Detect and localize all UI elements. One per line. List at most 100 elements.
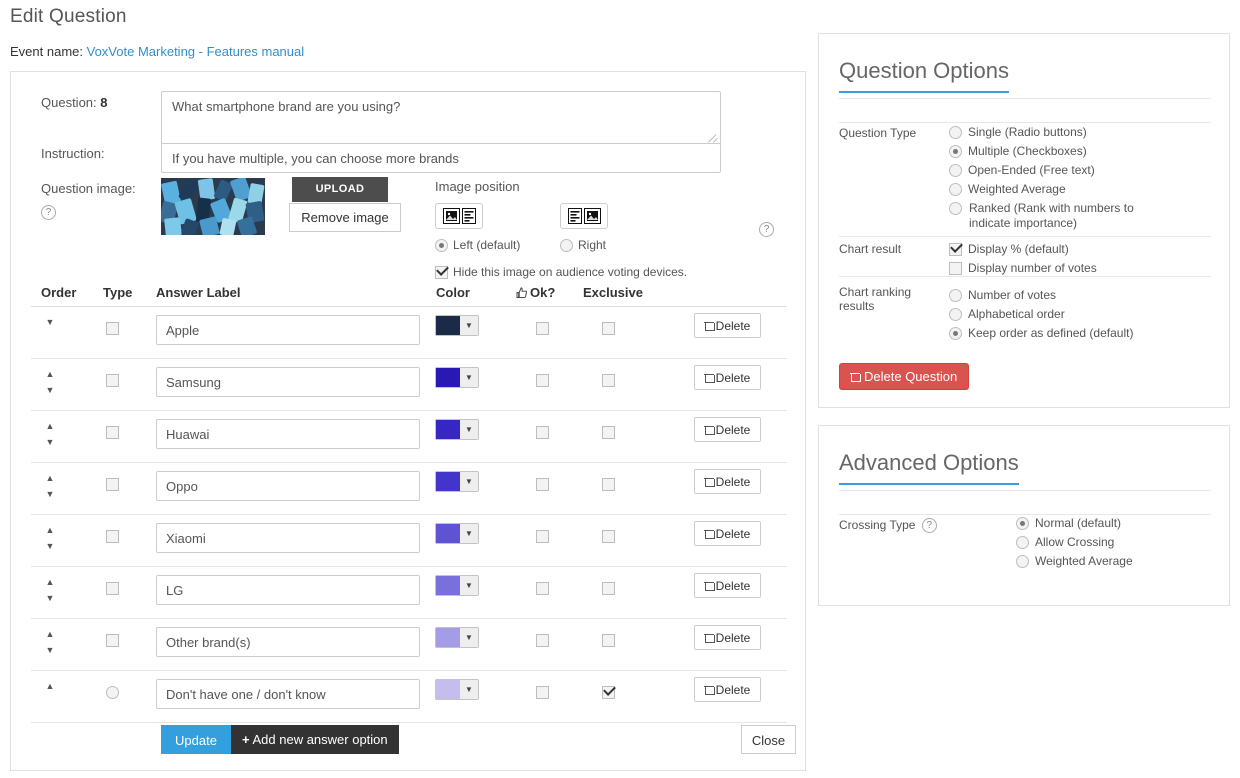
answer-color-picker[interactable]: ▼	[435, 679, 479, 700]
question-type-radio[interactable]	[949, 183, 962, 196]
move-up-icon[interactable]: ▲	[43, 681, 57, 691]
answer-label-input[interactable]	[156, 679, 420, 709]
update-button[interactable]: Update	[161, 725, 231, 754]
question-type-radio[interactable]	[949, 202, 962, 215]
answer-color-picker[interactable]: ▼	[435, 575, 479, 596]
answer-type-checkbox[interactable]	[106, 322, 119, 335]
close-button[interactable]: Close	[741, 725, 796, 754]
question-type-option[interactable]: Ranked (Rank with numbers to indicate im…	[949, 201, 1159, 231]
answer-type-checkbox[interactable]	[106, 478, 119, 491]
chart-result-option[interactable]: Display number of votes	[949, 261, 1097, 276]
answer-color-picker[interactable]: ▼	[435, 627, 479, 648]
question-image-help-icon[interactable]: ?	[41, 205, 56, 220]
move-up-icon[interactable]: ▲	[43, 369, 57, 379]
chart-ranking-option[interactable]: Number of votes	[949, 288, 1133, 303]
image-position-left-radio[interactable]	[435, 239, 448, 252]
answer-ok-checkbox[interactable]	[536, 426, 549, 439]
answer-color-picker[interactable]: ▼	[435, 315, 479, 336]
answer-ok-checkbox[interactable]	[536, 530, 549, 543]
answer-exclusive-checkbox[interactable]	[602, 374, 615, 387]
delete-answer-button[interactable]: Delete	[694, 313, 761, 338]
remove-image-button[interactable]: Remove image	[289, 203, 401, 232]
answer-label-input[interactable]	[156, 575, 420, 605]
question-type-radio[interactable]	[949, 126, 962, 139]
crossing-type-option[interactable]: Weighted Average	[1016, 554, 1133, 569]
crossing-type-option[interactable]: Allow Crossing	[1016, 535, 1133, 550]
answer-label-input[interactable]	[156, 367, 420, 397]
chart-ranking-radio[interactable]	[949, 308, 962, 321]
answer-type-checkbox[interactable]	[106, 374, 119, 387]
image-position-left-radio-row[interactable]: Left (default)	[435, 238, 520, 252]
answer-color-picker[interactable]: ▼	[435, 367, 479, 388]
chart-ranking-option[interactable]: Alphabetical order	[949, 307, 1133, 322]
answer-type-checkbox[interactable]	[106, 582, 119, 595]
move-down-icon[interactable]: ▼	[43, 317, 57, 327]
answer-color-picker[interactable]: ▼	[435, 471, 479, 492]
question-type-option[interactable]: Weighted Average	[949, 182, 1159, 197]
delete-answer-button[interactable]: Delete	[694, 573, 761, 598]
question-text-input[interactable]	[161, 91, 721, 145]
image-position-right-button[interactable]	[560, 203, 608, 229]
upload-image-button[interactable]: UPLOAD	[292, 177, 388, 202]
hide-image-checkbox[interactable]	[435, 266, 448, 279]
instruction-input[interactable]	[161, 143, 721, 173]
answer-ok-checkbox[interactable]	[536, 582, 549, 595]
delete-answer-button[interactable]: Delete	[694, 365, 761, 390]
crossing-type-radio[interactable]	[1016, 517, 1029, 530]
hide-image-row[interactable]: Hide this image on audience voting devic…	[435, 265, 687, 279]
answer-label-input[interactable]	[156, 471, 420, 501]
add-answer-option-button[interactable]: + Add new answer option	[231, 725, 399, 754]
move-down-icon[interactable]: ▼	[43, 437, 57, 447]
instruction-help-icon[interactable]: ?	[759, 222, 774, 237]
answer-exclusive-checkbox[interactable]	[602, 582, 615, 595]
move-up-icon[interactable]: ▲	[43, 421, 57, 431]
event-name-link[interactable]: VoxVote Marketing - Features manual	[87, 44, 305, 59]
crossing-type-option[interactable]: Normal (default)	[1016, 516, 1133, 531]
crossing-type-help-icon[interactable]: ?	[922, 518, 937, 533]
crossing-type-radio[interactable]	[1016, 536, 1029, 549]
move-down-icon[interactable]: ▼	[43, 645, 57, 655]
chart-ranking-option[interactable]: Keep order as defined (default)	[949, 326, 1133, 341]
move-up-icon[interactable]: ▲	[43, 525, 57, 535]
move-down-icon[interactable]: ▼	[43, 489, 57, 499]
question-type-radio[interactable]	[949, 145, 962, 158]
answer-color-picker[interactable]: ▼	[435, 419, 479, 440]
chart-result-checkbox[interactable]	[949, 243, 962, 256]
answer-label-input[interactable]	[156, 315, 420, 345]
image-position-left-button[interactable]	[435, 203, 483, 229]
answer-ok-checkbox[interactable]	[536, 322, 549, 335]
answer-exclusive-checkbox[interactable]	[602, 530, 615, 543]
answer-label-input[interactable]	[156, 523, 420, 553]
answer-exclusive-checkbox[interactable]	[602, 634, 615, 647]
answer-type-radio[interactable]	[106, 686, 119, 699]
chart-ranking-radio[interactable]	[949, 327, 962, 340]
question-image-thumbnail[interactable]	[161, 178, 265, 235]
move-down-icon[interactable]: ▼	[43, 541, 57, 551]
question-type-option[interactable]: Open-Ended (Free text)	[949, 163, 1159, 178]
answer-exclusive-checkbox[interactable]	[602, 478, 615, 491]
crossing-type-radio[interactable]	[1016, 555, 1029, 568]
delete-question-button[interactable]: Delete Question	[839, 363, 969, 390]
answer-label-input[interactable]	[156, 627, 420, 657]
move-down-icon[interactable]: ▼	[43, 385, 57, 395]
answer-type-checkbox[interactable]	[106, 530, 119, 543]
delete-answer-button[interactable]: Delete	[694, 677, 761, 702]
answer-type-checkbox[interactable]	[106, 426, 119, 439]
chart-ranking-radio[interactable]	[949, 289, 962, 302]
move-up-icon[interactable]: ▲	[43, 473, 57, 483]
answer-ok-checkbox[interactable]	[536, 634, 549, 647]
move-up-icon[interactable]: ▲	[43, 629, 57, 639]
answer-ok-checkbox[interactable]	[536, 374, 549, 387]
delete-answer-button[interactable]: Delete	[694, 417, 761, 442]
image-position-right-radio-row[interactable]: Right	[560, 238, 606, 252]
question-type-option[interactable]: Single (Radio buttons)	[949, 125, 1159, 140]
answer-exclusive-checkbox[interactable]	[602, 322, 615, 335]
question-type-radio[interactable]	[949, 164, 962, 177]
answer-type-checkbox[interactable]	[106, 634, 119, 647]
answer-label-input[interactable]	[156, 419, 420, 449]
delete-answer-button[interactable]: Delete	[694, 469, 761, 494]
answer-ok-checkbox[interactable]	[536, 686, 549, 699]
answer-color-picker[interactable]: ▼	[435, 523, 479, 544]
chart-result-checkbox[interactable]	[949, 262, 962, 275]
answer-ok-checkbox[interactable]	[536, 478, 549, 491]
